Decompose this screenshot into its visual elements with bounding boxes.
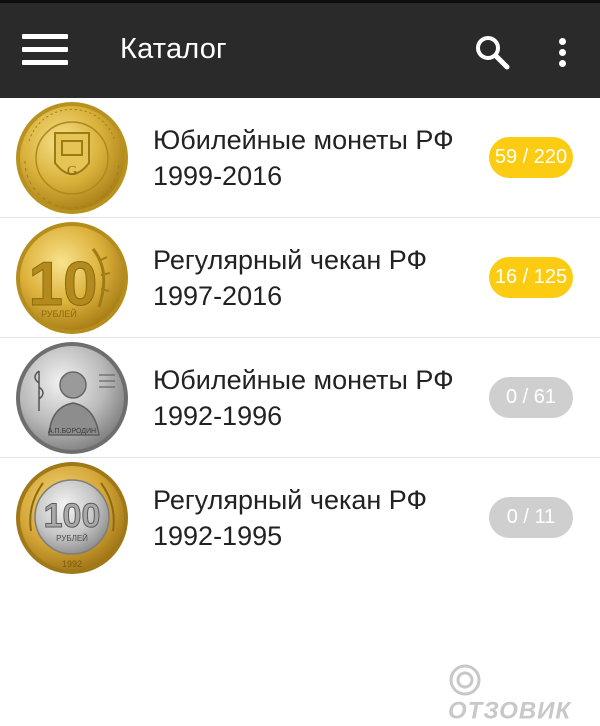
watermark-text: ОТЗОВИК [448,697,572,725]
item-title-line2: 1992-1995 [153,521,283,551]
otzovik-logo-icon [449,664,481,696]
coin-year: 1992 [62,559,82,569]
catalog-list: G Юбилейные монеты РФ 1999-2016 59 / 220… [0,98,600,577]
item-title-line1: Регулярный чекан РФ [153,245,428,275]
page-title: Каталог [120,33,227,65]
hundred-rub-coin-icon: 100 РУБЛЕЙ 1992 [16,462,128,574]
count-badge: 0 / 11 [489,497,573,538]
item-title-line1: Юбилейные монеты РФ [153,125,454,155]
coin-currency: РУБЛЕЙ [56,534,88,543]
coin-inscription: А.П.БОРОДИН [48,428,96,435]
count-badge: 16 / 125 [489,257,573,298]
item-title-line2: 1997-2016 [153,281,283,311]
svg-text:G: G [67,164,77,179]
svg-text:РУБЛЕЙ: РУБЛЕЙ [41,308,77,319]
watermark: ОТЗОВИК [448,663,600,725]
count-badge: 59 / 220 [489,137,573,178]
catalog-item-regular-1997-2016[interactable]: 10 РУБЛЕЙ Регулярный чекан РФ 1997-2016 … [0,218,600,338]
count-badge: 0 / 61 [489,377,573,418]
search-icon[interactable] [474,34,512,72]
catalog-item-jubilee-1992-1996[interactable]: А.П.БОРОДИН Юбилейные монеты РФ 1992-199… [0,338,600,458]
app-bar: Каталог [0,0,600,98]
ten-rub-coin-icon: 10 РУБЛЕЙ [16,222,128,334]
gatchina-coin-icon: G [16,102,128,214]
status-strip [0,0,600,3]
catalog-item-regular-1992-1995[interactable]: 100 РУБЛЕЙ 1992 Регулярный чекан РФ 1992… [0,458,600,577]
borodin-coin-icon: А.П.БОРОДИН [16,342,128,454]
item-title-line1: Юбилейные монеты РФ [153,365,454,395]
item-title-line2: 1992-1996 [153,401,283,431]
item-title-line1: Регулярный чекан РФ [153,485,428,515]
more-vert-icon[interactable] [548,34,578,72]
coin-denomination: 100 [44,497,101,535]
catalog-item-jubilee-1999-2016[interactable]: G Юбилейные монеты РФ 1999-2016 59 / 220 [0,98,600,218]
hamburger-menu-icon[interactable] [20,30,72,70]
item-title-line2: 1999-2016 [153,161,283,191]
